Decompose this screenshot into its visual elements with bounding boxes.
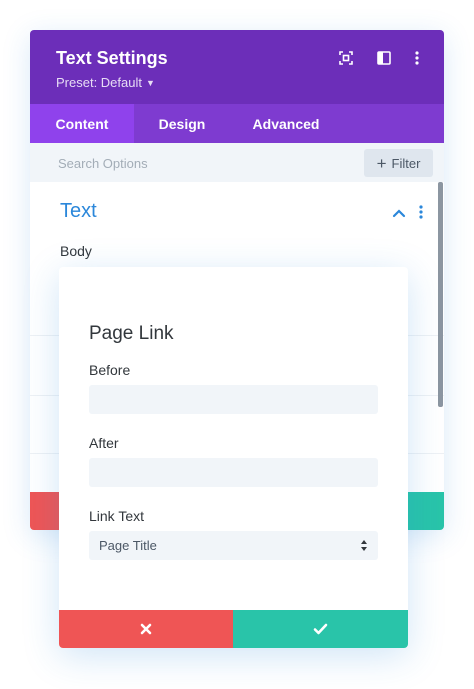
preset-selector[interactable]: Preset: Default ▼ [56,75,155,90]
tab-design[interactable]: Design [134,104,230,143]
plus-icon: + [376,153,387,173]
link-text-select[interactable]: Page Title [89,531,378,560]
body-field-label: Body [60,243,92,259]
section-title[interactable]: Text [60,200,97,223]
preset-label: Preset: Default [56,75,142,90]
focus-icon[interactable] [336,48,356,68]
checkmark-icon [313,623,328,635]
after-label: After [89,435,119,451]
filter-label: Filter [391,155,421,171]
search-bar: + Filter [30,143,444,182]
before-input[interactable] [89,385,378,414]
close-icon [140,623,152,635]
link-text-label: Link Text [89,508,144,524]
more-vertical-icon[interactable] [407,48,427,68]
tab-content[interactable]: Content [30,104,134,143]
settings-tabs: Content Design Advanced [30,104,444,143]
save-button[interactable] [233,610,408,648]
caret-down-icon: ▼ [146,78,155,88]
page-link-popup: Page Link Before After Link Text Page Ti… [59,267,408,648]
settings-title: Text Settings [56,48,168,68]
popup-title: Page Link [89,323,174,344]
filter-button[interactable]: + Filter [364,149,433,177]
tab-advanced[interactable]: Advanced [230,104,342,143]
settings-header: Text Settings Preset: Default ▼ [30,30,444,104]
chevron-up-icon[interactable] [392,206,406,218]
cancel-button[interactable] [59,610,233,648]
sidebar-layout-icon[interactable] [374,48,394,68]
after-input[interactable] [89,458,378,487]
section-more-icon[interactable] [415,204,427,220]
select-arrows-icon [361,540,367,551]
scrollbar[interactable] [438,182,443,407]
link-text-selected: Page Title [99,538,157,553]
before-label: Before [89,362,131,378]
search-input[interactable] [58,151,338,175]
